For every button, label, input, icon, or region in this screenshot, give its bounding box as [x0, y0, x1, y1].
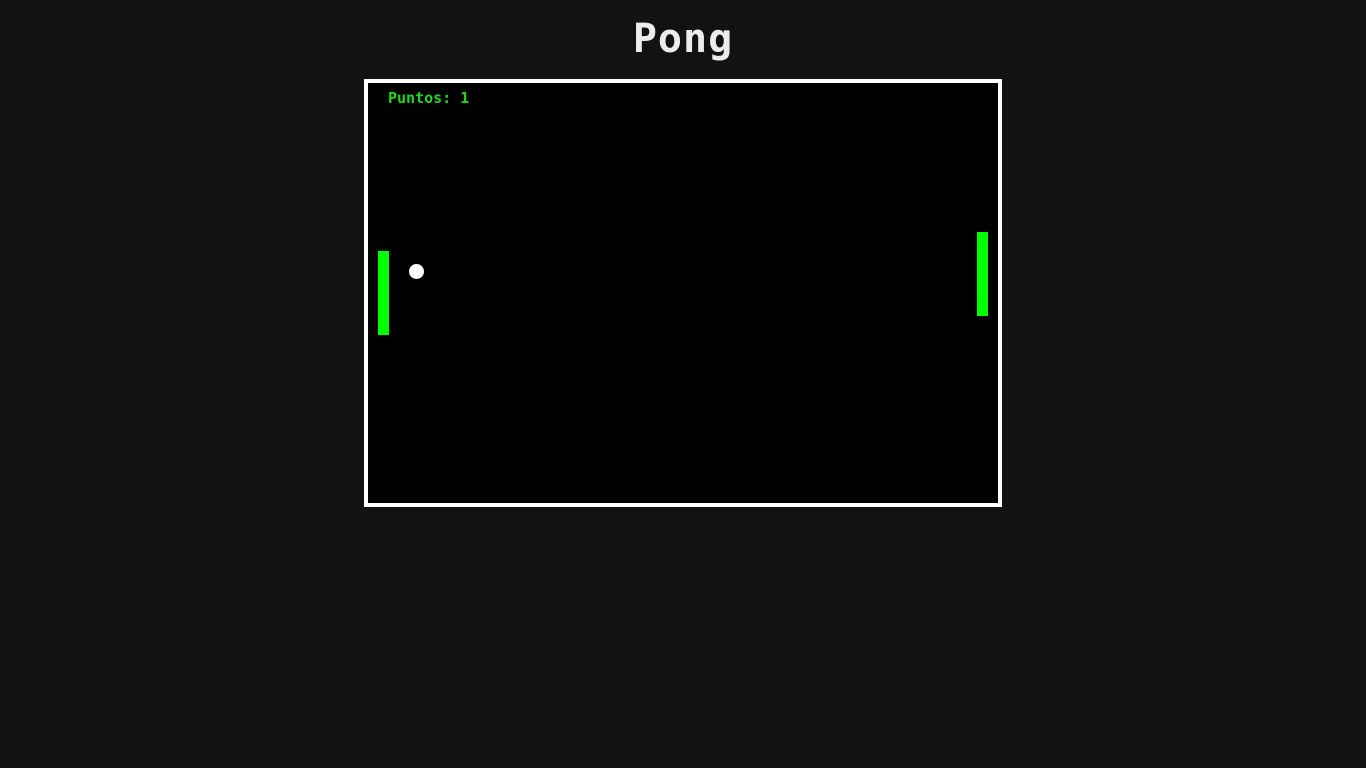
- score-display: Puntos: 1: [388, 89, 469, 107]
- score-label: Puntos:: [388, 89, 452, 107]
- right-paddle: [977, 232, 988, 316]
- score-value: 1: [460, 89, 470, 107]
- ball: [409, 264, 424, 279]
- left-paddle: [378, 251, 389, 335]
- game-board[interactable]: Puntos: 1: [364, 79, 1002, 507]
- page-title: Pong: [632, 16, 734, 62]
